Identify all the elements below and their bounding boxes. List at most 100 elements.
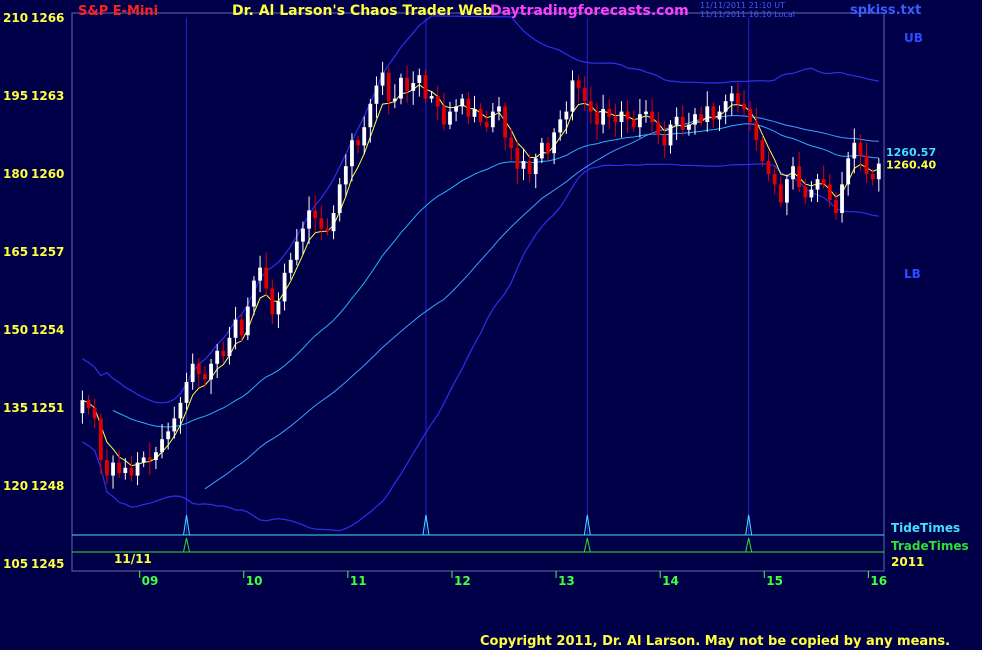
candle-body-118 — [803, 187, 808, 198]
candle-body-70 — [509, 137, 514, 148]
candle-body-83 — [588, 101, 593, 112]
file-name: spkiss.txt — [850, 3, 921, 18]
candle-body-78 — [558, 119, 563, 133]
candle-body-64 — [472, 109, 477, 117]
candle-body-74 — [533, 158, 538, 174]
candle-body-6 — [117, 462, 122, 473]
candle-body-93 — [650, 111, 655, 122]
copyright: Copyright 2011, Dr. Al Larson. May not b… — [480, 634, 950, 649]
candle-body-92 — [644, 111, 648, 115]
candle-body-16 — [178, 402, 183, 419]
candle-body-116 — [791, 166, 795, 180]
candle-body-0 — [80, 400, 85, 414]
candle-body-117 — [797, 166, 802, 187]
y-tick-price-7: 1266 — [31, 11, 64, 25]
candle-body-60 — [448, 111, 452, 125]
candle-body-58 — [435, 96, 440, 107]
candle-body-71 — [515, 148, 520, 169]
candle-body-25 — [233, 319, 238, 338]
candle-body-23 — [221, 350, 226, 356]
candle-body-33 — [282, 272, 287, 302]
candle-body-55 — [417, 75, 422, 83]
candle-body-49 — [380, 72, 385, 86]
candle-body-26 — [239, 319, 244, 336]
candle-body-75 — [539, 142, 544, 159]
candle-body-31 — [270, 288, 275, 315]
candle-body-94 — [656, 122, 661, 135]
candle-body-63 — [466, 98, 471, 117]
candle-body-98 — [680, 116, 685, 130]
price-label-ma-fast: 1260.40 — [886, 159, 936, 172]
y-tick-left-1: 120 — [3, 479, 28, 493]
candle-body-106 — [729, 93, 734, 102]
candle-body-91 — [637, 114, 642, 128]
x-tick-label-4: 13 — [558, 574, 575, 588]
candle-body-30 — [264, 267, 269, 289]
candle-body-67 — [490, 111, 495, 128]
candle-body-126 — [852, 142, 857, 159]
candle-body-72 — [521, 161, 526, 169]
x-tick-label-7: 16 — [870, 574, 887, 588]
candle-body-27 — [245, 306, 250, 336]
candle-body-76 — [546, 142, 550, 154]
y-tick-left-0: 105 — [3, 557, 28, 571]
candle-body-112 — [766, 161, 771, 174]
candle-body-21 — [209, 363, 213, 380]
candle-body-22 — [215, 350, 220, 364]
candle-body-109 — [748, 109, 753, 122]
candle-body-73 — [527, 161, 532, 174]
candle-body-43 — [343, 166, 348, 185]
candle-body-1 — [86, 400, 91, 408]
candle-body-37 — [307, 210, 311, 229]
candle-body-41 — [331, 213, 336, 232]
candle-body-80 — [570, 80, 575, 112]
candle-body-36 — [301, 228, 305, 242]
candle-body-19 — [196, 363, 201, 375]
candle-body-100 — [693, 114, 697, 125]
candle-body-50 — [386, 72, 391, 102]
candle-body-59 — [441, 106, 446, 125]
candle-body-4 — [105, 460, 109, 476]
candle-body-87 — [613, 116, 618, 122]
x-tick-label-0: 09 — [142, 574, 159, 588]
y-tick-price-1: 1248 — [31, 479, 64, 493]
date-label: 11/11 — [114, 552, 152, 566]
y-tick-left-4: 165 — [3, 245, 28, 259]
candle-body-88 — [619, 111, 624, 122]
candle-body-69 — [503, 106, 508, 138]
candle-body-84 — [595, 111, 599, 125]
candle-body-97 — [674, 116, 679, 125]
y-tick-left-6: 195 — [3, 89, 28, 103]
candle-body-57 — [429, 96, 434, 99]
candle-body-90 — [631, 119, 636, 128]
candle-body-95 — [662, 135, 667, 146]
y-tick-left-7: 210 — [3, 11, 28, 25]
candle-body-9 — [135, 462, 140, 476]
candle-body-66 — [484, 122, 489, 128]
candle-body-119 — [809, 189, 814, 198]
candle-body-48 — [374, 85, 379, 104]
candle-body-81 — [576, 80, 581, 89]
candle-body-121 — [821, 179, 826, 185]
candle-body-111 — [760, 140, 765, 161]
candle-body-35 — [294, 241, 299, 260]
candle-body-53 — [405, 77, 409, 91]
candle-body-52 — [399, 77, 403, 99]
candle-body-110 — [754, 122, 759, 141]
x-tick-label-2: 11 — [350, 574, 367, 588]
symbol-title: S&P E-Mini — [78, 4, 158, 19]
candle-body-61 — [454, 106, 458, 112]
candle-body-51 — [392, 98, 397, 102]
x-tick-label-3: 12 — [454, 574, 471, 588]
candle-body-96 — [668, 124, 673, 146]
candle-body-40 — [325, 228, 330, 232]
candle-body-89 — [625, 111, 630, 120]
candle-body-122 — [827, 184, 832, 200]
candle-body-128 — [864, 155, 869, 174]
candle-body-120 — [815, 179, 820, 190]
candle-body-12 — [154, 452, 158, 460]
candle-body-127 — [858, 142, 863, 156]
x-tick-label-6: 15 — [766, 574, 783, 588]
candle-body-56 — [423, 75, 428, 99]
candle-body-99 — [686, 124, 691, 130]
